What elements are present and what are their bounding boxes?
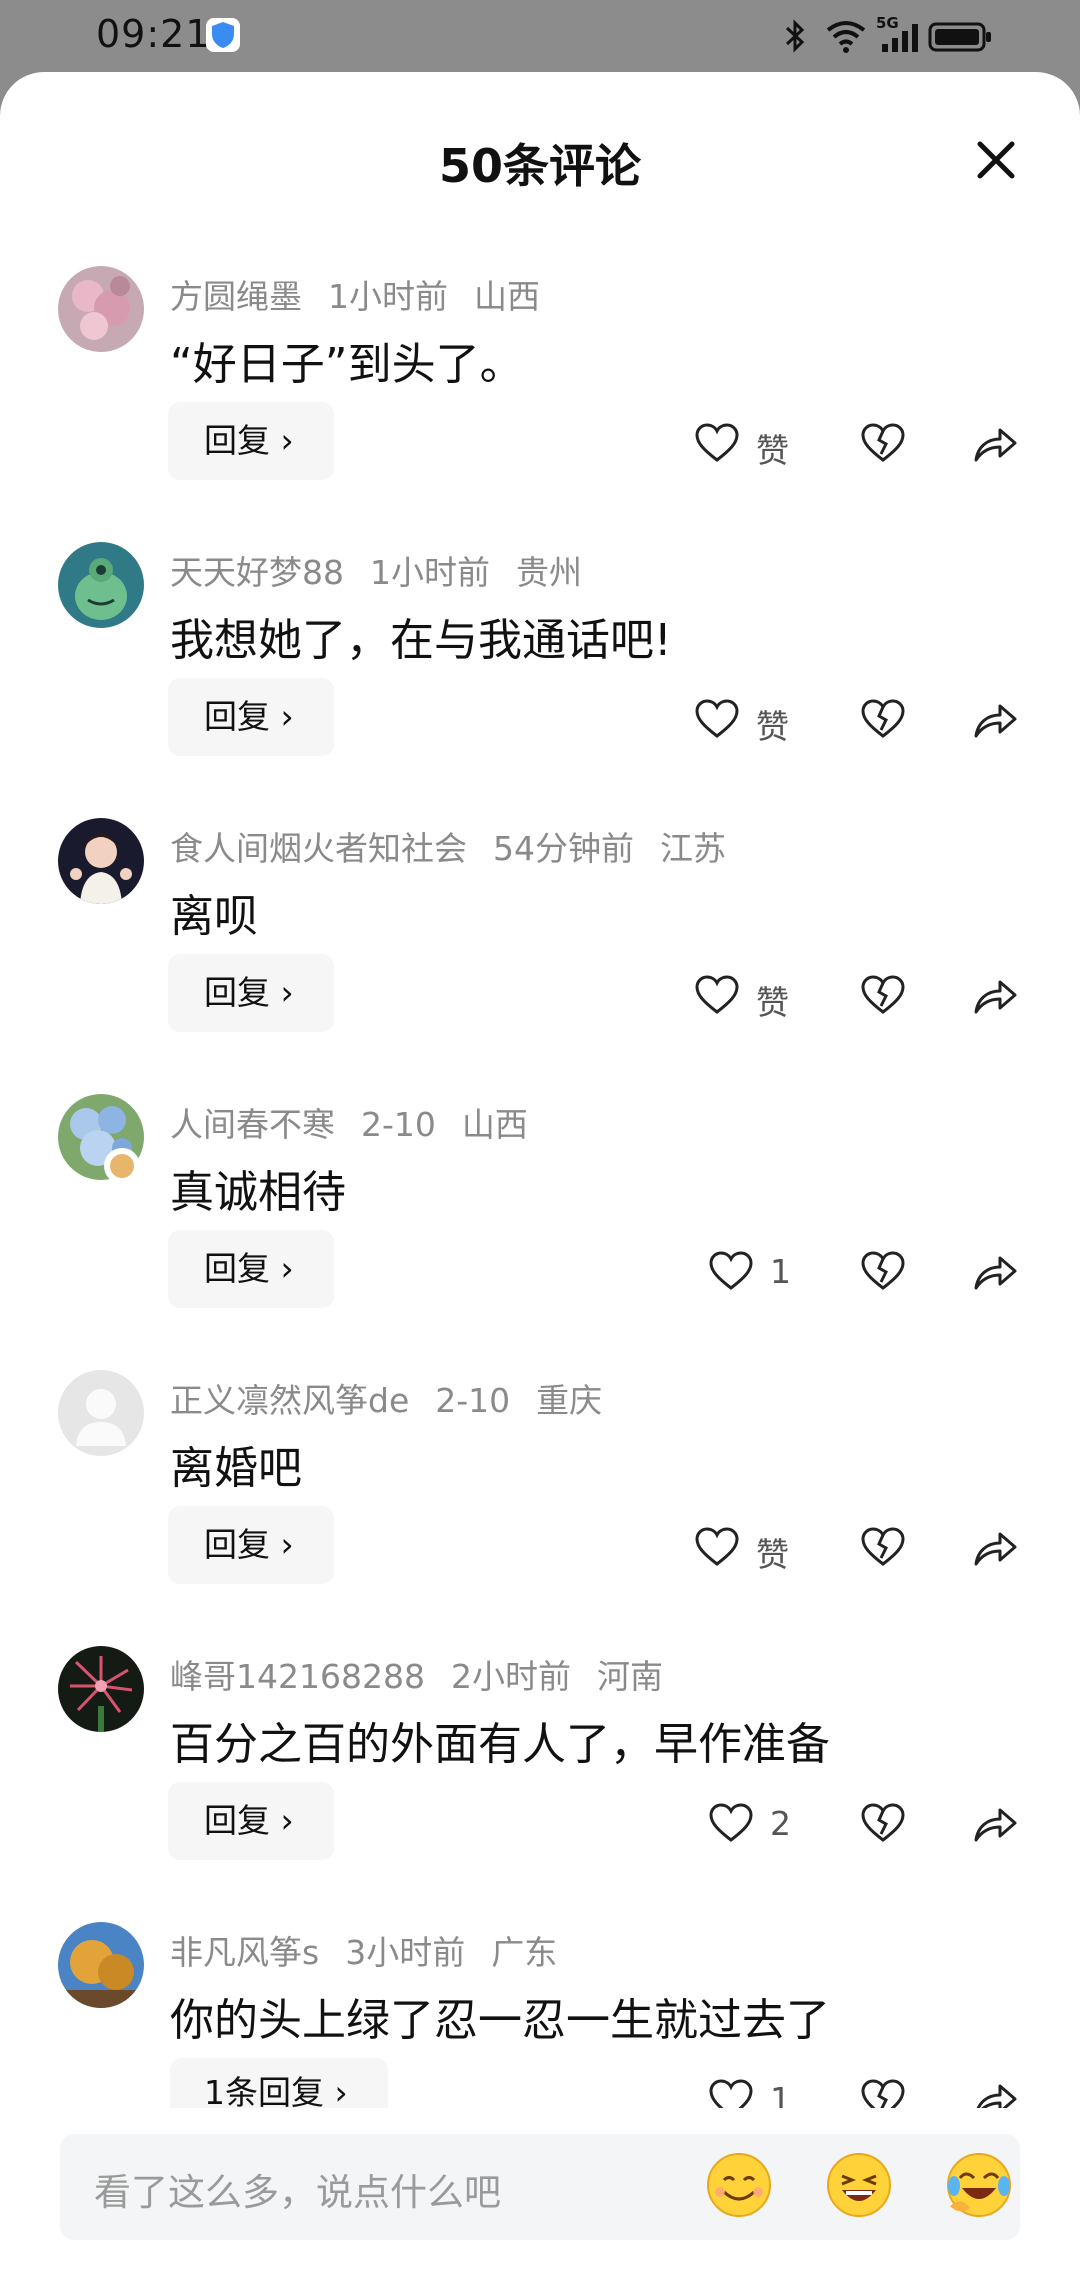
avatar[interactable] bbox=[58, 1922, 144, 2008]
username[interactable]: 正义凛然风筝de bbox=[170, 1381, 409, 1420]
close-icon[interactable] bbox=[968, 132, 1024, 188]
comment-meta: 非凡风筝s 3小时前 广东 bbox=[170, 1926, 583, 1974]
comment-meta: 正义凛然风筝de 2-10 重庆 bbox=[170, 1374, 628, 1422]
wifi-icon bbox=[826, 21, 866, 53]
username[interactable]: 方圆绳墨 bbox=[170, 277, 302, 316]
comment-time: 3小时前 bbox=[345, 1933, 466, 1972]
comment-item: 食人间烟火者知社会 54分钟前 江苏 离呗 回复 › 赞 bbox=[0, 818, 1080, 1094]
comment-input[interactable]: 看了这么多，说点什么吧 bbox=[60, 2134, 1020, 2240]
heart-icon[interactable] bbox=[694, 698, 740, 740]
reply-button[interactable]: 回复 › bbox=[168, 678, 334, 756]
broken-heart-icon[interactable] bbox=[860, 974, 906, 1016]
heart-icon[interactable] bbox=[694, 422, 740, 464]
share-icon[interactable] bbox=[972, 422, 1018, 464]
reply-button[interactable]: 回复 › bbox=[168, 1782, 334, 1860]
like-count: 赞 bbox=[756, 1535, 789, 1574]
heart-icon[interactable] bbox=[694, 974, 740, 1016]
share-icon[interactable] bbox=[972, 974, 1018, 1016]
like-count: 赞 bbox=[756, 431, 789, 470]
share-icon[interactable] bbox=[972, 698, 1018, 740]
smile-emoji-icon[interactable] bbox=[704, 2150, 774, 2220]
comment-input-placeholder: 看了这么多，说点什么吧 bbox=[94, 2171, 501, 2214]
comment-meta: 天天好梦88 1小时前 贵州 bbox=[170, 546, 608, 594]
comment-meta: 方圆绳墨 1小时前 山西 bbox=[170, 270, 566, 318]
sheet-title: 50条评论 bbox=[438, 139, 641, 193]
comment-location: 江苏 bbox=[660, 829, 726, 868]
comment-time: 2-10 bbox=[361, 1105, 436, 1144]
comment-item: 天天好梦88 1小时前 贵州 我想她了，在与我通话吧! 回复 › 赞 bbox=[0, 542, 1080, 818]
avatar[interactable] bbox=[58, 1370, 144, 1456]
comment-text: 百分之百的外面有人了，早作准备 bbox=[170, 1719, 830, 1770]
username[interactable]: 峰哥142168288 bbox=[170, 1657, 425, 1696]
comment-meta: 食人间烟火者知社会 54分钟前 江苏 bbox=[170, 822, 752, 870]
comment-text: 你的头上绿了忍一忍一生就过去了 bbox=[170, 1995, 830, 2046]
avatar[interactable] bbox=[58, 542, 144, 628]
status-bar: 09:21 5G bbox=[0, 0, 1080, 72]
comment-location: 贵州 bbox=[516, 553, 582, 592]
comment-text: 真诚相待 bbox=[170, 1167, 346, 1218]
like-count: 赞 bbox=[756, 983, 789, 1022]
like-count: 2 bbox=[770, 1804, 791, 1843]
comment-location: 山西 bbox=[474, 277, 540, 316]
bluetooth-icon bbox=[785, 19, 805, 53]
comment-time: 1小时前 bbox=[328, 277, 448, 316]
share-icon[interactable] bbox=[972, 1802, 1018, 1844]
share-icon[interactable] bbox=[972, 1526, 1018, 1568]
comment-item: 峰哥142168288 2小时前 河南 百分之百的外面有人了，早作准备 回复 › 2 bbox=[0, 1646, 1080, 1922]
comment-time: 2小时前 bbox=[450, 1657, 571, 1696]
comment-location: 河南 bbox=[596, 1657, 663, 1696]
heart-icon[interactable] bbox=[708, 2078, 754, 2108]
username[interactable]: 非凡风筝s bbox=[170, 1933, 319, 1972]
grin-emoji-icon[interactable] bbox=[824, 2150, 894, 2220]
comment-location: 山西 bbox=[461, 1105, 528, 1144]
comment-item: 人间春不寒 2-10 山西 真诚相待 回复 › 1 bbox=[0, 1094, 1080, 1370]
broken-heart-icon[interactable] bbox=[860, 1526, 906, 1568]
security-shield-icon bbox=[206, 18, 240, 52]
comment-item: 正义凛然风筝de 2-10 重庆 离婚吧 回复 › 赞 bbox=[0, 1370, 1080, 1646]
broken-heart-icon[interactable] bbox=[860, 698, 906, 740]
comment-text: 离婚吧 bbox=[170, 1443, 302, 1494]
avatar[interactable] bbox=[58, 266, 144, 352]
broken-heart-icon[interactable] bbox=[860, 2078, 906, 2108]
signal-icon bbox=[882, 24, 918, 52]
comment-time: 54分钟前 bbox=[493, 829, 634, 868]
username[interactable]: 食人间烟火者知社会 bbox=[170, 829, 467, 868]
heart-icon[interactable] bbox=[694, 1526, 740, 1568]
reply-button[interactable]: 回复 › bbox=[168, 1230, 334, 1308]
comment-text: 离呗 bbox=[170, 891, 258, 942]
broken-heart-icon[interactable] bbox=[860, 1250, 906, 1292]
laughing-crying-emoji-icon[interactable] bbox=[944, 2150, 1014, 2220]
comment-location: 广东 bbox=[491, 1933, 558, 1972]
heart-icon[interactable] bbox=[708, 1802, 754, 1844]
reply-button[interactable]: 回复 › bbox=[168, 1506, 334, 1584]
like-count: 1 bbox=[770, 2080, 791, 2108]
comment-time: 2-10 bbox=[435, 1381, 511, 1420]
avatar[interactable] bbox=[58, 818, 144, 904]
avatar[interactable] bbox=[58, 1646, 144, 1732]
status-time: 09:21 bbox=[96, 12, 211, 56]
broken-heart-icon[interactable] bbox=[860, 422, 906, 464]
broken-heart-icon[interactable] bbox=[860, 1802, 906, 1844]
share-icon[interactable] bbox=[972, 1250, 1018, 1292]
view-replies-button[interactable]: 1条回复 › bbox=[170, 2058, 388, 2108]
comment-meta: 峰哥142168288 2小时前 河南 bbox=[170, 1650, 689, 1698]
comment-text: “好日子”到头了。 bbox=[170, 339, 524, 390]
comment-text: 我想她了，在与我通话吧! bbox=[170, 615, 672, 666]
reply-button[interactable]: 回复 › bbox=[168, 402, 334, 480]
reply-button[interactable]: 回复 › bbox=[168, 954, 334, 1032]
comment-meta: 人间春不寒 2-10 山西 bbox=[170, 1098, 554, 1146]
share-icon[interactable] bbox=[972, 2078, 1018, 2108]
heart-icon[interactable] bbox=[708, 1250, 754, 1292]
comment-time: 1小时前 bbox=[370, 553, 490, 592]
comment-location: 重庆 bbox=[536, 1381, 603, 1420]
like-count: 赞 bbox=[756, 707, 789, 746]
battery-icon bbox=[928, 22, 991, 52]
comment-item: 非凡风筝s 3小时前 广东 你的头上绿了忍一忍一生就过去了 1条回复 › 1 bbox=[0, 1922, 1080, 2108]
comments-sheet: 50条评论 方圆绳墨 1小时前 山西 “好日子”到头了。 回复 › 赞 天天好梦… bbox=[0, 72, 1080, 2280]
level-badge-icon bbox=[104, 1148, 140, 1184]
comment-item: 方圆绳墨 1小时前 山西 “好日子”到头了。 回复 › 赞 bbox=[0, 266, 1080, 542]
username[interactable]: 天天好梦88 bbox=[170, 553, 344, 592]
like-count: 1 bbox=[770, 1252, 791, 1291]
username[interactable]: 人间春不寒 bbox=[170, 1105, 335, 1144]
